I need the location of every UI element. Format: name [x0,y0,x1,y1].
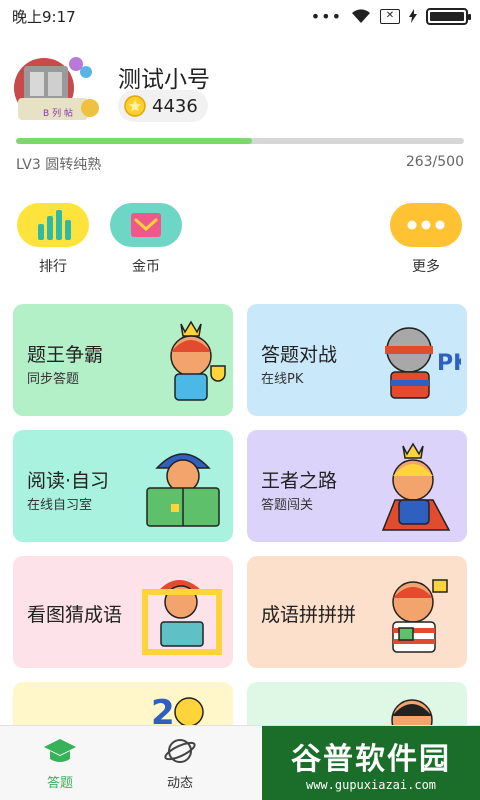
card-guess-idiom[interactable]: 看图猜成语 [13,556,233,668]
card-title: 答题对战 [261,344,338,366]
mail-envelope-icon [110,203,182,247]
puzzle-character-icon [392,579,448,653]
watermark-url: www.gupuxiazai.com [305,778,437,792]
notification-dots-icon: ••• [310,6,342,26]
svg-text:B 列 帖: B 列 帖 [43,107,73,119]
graduation-cap-icon [20,736,100,766]
level-progress-text: 263/500 [405,154,464,170]
status-time: 晚上9:17 [12,7,76,26]
wifi-icon [352,9,370,23]
card-subtitle: 在线PK [261,372,304,387]
crown-trophy-character-icon [170,320,226,401]
card-idiom-puzzle[interactable]: 成语拼拼拼 [247,556,467,668]
card-title: 看图猜成语 [27,604,123,626]
status-icons: ••• ✕ [310,6,471,26]
profile-header: B 列 帖 测试小号 4436 [14,50,466,130]
battery-icon [426,7,471,25]
level-progress-bar [16,138,464,144]
coins-label: 金币 [132,259,160,275]
card-reading-study[interactable]: 阅读·自习 在线自习室 [13,430,233,542]
coin-balance[interactable]: 4436 [118,90,208,122]
watermark-logo: 谷普软件园 www.gupuxiazai.com [262,726,480,800]
coins-button[interactable]: 金币 [108,203,184,276]
card-subtitle: 答题闯关 [261,498,314,513]
coin-count: 4436 [152,95,198,117]
pk-fighter-character-icon: PK [385,327,461,399]
card-title: 成语拼拼拼 [261,604,357,626]
tab-activity[interactable]: 动态 [140,736,220,791]
tab-quiz[interactable]: 答题 [20,736,100,791]
ranking-button[interactable]: 排行 [15,203,91,276]
svg-text:PK: PK [437,351,461,376]
more-dots-icon [390,203,462,247]
username: 测试小号 [118,67,210,93]
card-title: 题王争霸 [27,344,104,366]
level-label: LV3 圆转纯熟 [16,157,102,173]
more-label: 更多 [412,259,440,275]
coin-icon [124,95,146,117]
watermark-title: 谷普软件园 [291,742,451,777]
bar-chart-icon [17,203,89,247]
more-button[interactable]: 更多 [388,203,464,276]
reading-book-character-icon [146,453,220,527]
card-quiz-king[interactable]: 题王争霸 同步答题 [13,304,233,416]
card-title: 王者之路 [261,470,338,492]
tab-activity-label: 动态 [166,776,193,791]
card-title: 阅读·自习 [27,470,110,492]
number-character-icon: 2 [151,693,204,728]
ranking-label: 排行 [39,259,67,275]
level-progress-fill [16,138,252,144]
tab-quiz-label: 答题 [46,776,73,791]
planet-icon [140,736,220,766]
avatar[interactable]: B 列 帖 [14,50,102,130]
card-subtitle: 同步答题 [27,372,80,387]
caped-king-character-icon [381,442,451,531]
card-king-road[interactable]: 王者之路 答题闯关 [247,430,467,542]
charging-icon [409,9,417,23]
status-bar: 晚上9:17 ••• ✕ [0,0,480,32]
svg-text:2: 2 [151,693,175,728]
card-subtitle: 在线自习室 [27,498,93,513]
sim-x-icon: ✕ [380,8,400,24]
picture-frame-character-icon [142,580,222,655]
card-quiz-battle[interactable]: 答题对战 在线PK PK [247,304,467,416]
